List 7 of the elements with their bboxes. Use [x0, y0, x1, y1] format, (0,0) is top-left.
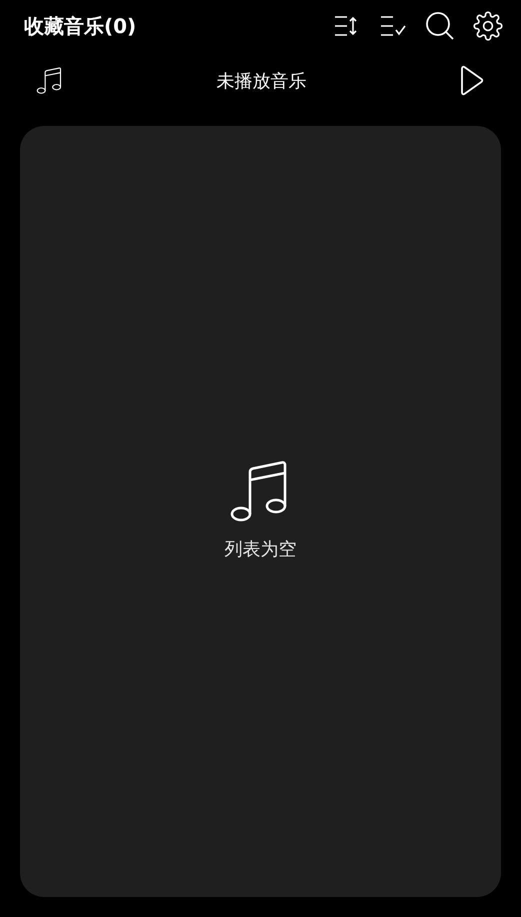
- play-icon[interactable]: [459, 65, 485, 97]
- playback-status: 未播放音乐: [216, 70, 308, 94]
- music-note-icon: [36, 67, 64, 95]
- empty-message: 列表为空: [224, 538, 296, 562]
- page-title: 收藏音乐(0): [24, 13, 138, 40]
- search-icon[interactable]: [425, 11, 455, 41]
- settings-icon[interactable]: [473, 11, 503, 41]
